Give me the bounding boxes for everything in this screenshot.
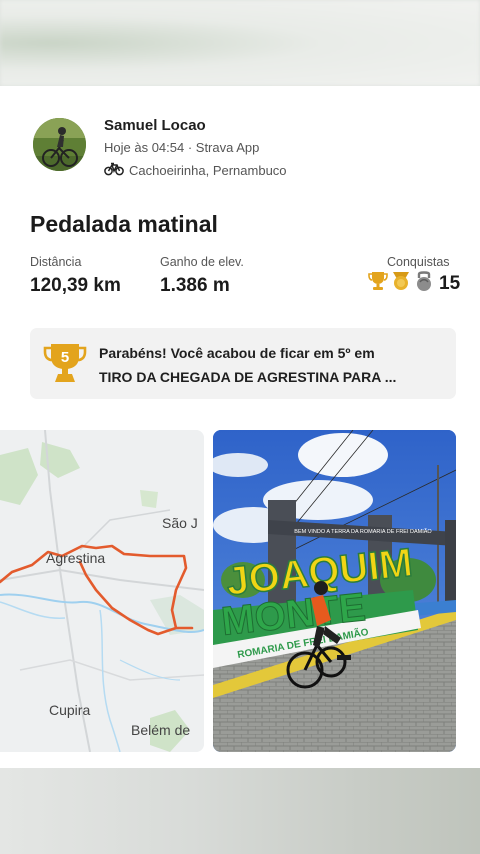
kettlebell-icon (413, 270, 435, 297)
map-label-sao-j: São J (162, 515, 198, 531)
avatar[interactable] (33, 118, 86, 171)
activity-photo[interactable]: BEM VINDO A TERRA DA ROMARIA DE FREI DAM… (213, 430, 456, 752)
athlete-name[interactable]: Samuel Locao (104, 117, 206, 134)
route-map[interactable]: São J Agrestina Cupira Belém de (0, 430, 204, 752)
trophy-rank-icon: 5 (43, 341, 87, 390)
blurred-background-top (0, 0, 480, 86)
map-label-cupira: Cupira (49, 702, 91, 718)
distance-value: 120,39 km (30, 275, 121, 296)
location-text: Cachoeirinha, Pernambuco (129, 163, 287, 178)
banner-line-1: Parabéns! Você acabou de ficar em 5º em (99, 345, 375, 361)
elevation-value: 1.386 m (160, 275, 230, 296)
banner-line-2: TIRO DA CHEGADA DE AGRESTINA PARA ... (99, 369, 397, 385)
elevation-label: Ganho de elev. (160, 255, 244, 269)
activity-location-row: Cachoeirinha, Pernambuco (104, 162, 287, 179)
activity-time-source: Hoje às 04:54 · Strava App (104, 140, 260, 155)
blurred-background-bottom (0, 768, 480, 854)
rank-badge-number: 5 (61, 349, 69, 366)
arch-text: BEM VINDO A TERRA DA ROMARIA DE FREI DAM… (294, 528, 432, 535)
bike-icon (104, 162, 124, 179)
map-label-belem: Belém de (131, 722, 191, 738)
achievements-row[interactable]: 15 (367, 270, 460, 297)
activity-title[interactable]: Pedalada matinal (30, 211, 218, 238)
distance-label: Distância (30, 255, 82, 269)
achievements-label: Conquistas (387, 255, 450, 269)
achievement-banner[interactable]: 5 Parabéns! Você acabou de ficar em 5º e… (30, 328, 456, 399)
medal-gold-icon (390, 270, 412, 297)
achievements-count: 15 (439, 272, 461, 294)
trophy-icon (367, 270, 389, 297)
map-label-agrestina: Agrestina (46, 550, 106, 566)
